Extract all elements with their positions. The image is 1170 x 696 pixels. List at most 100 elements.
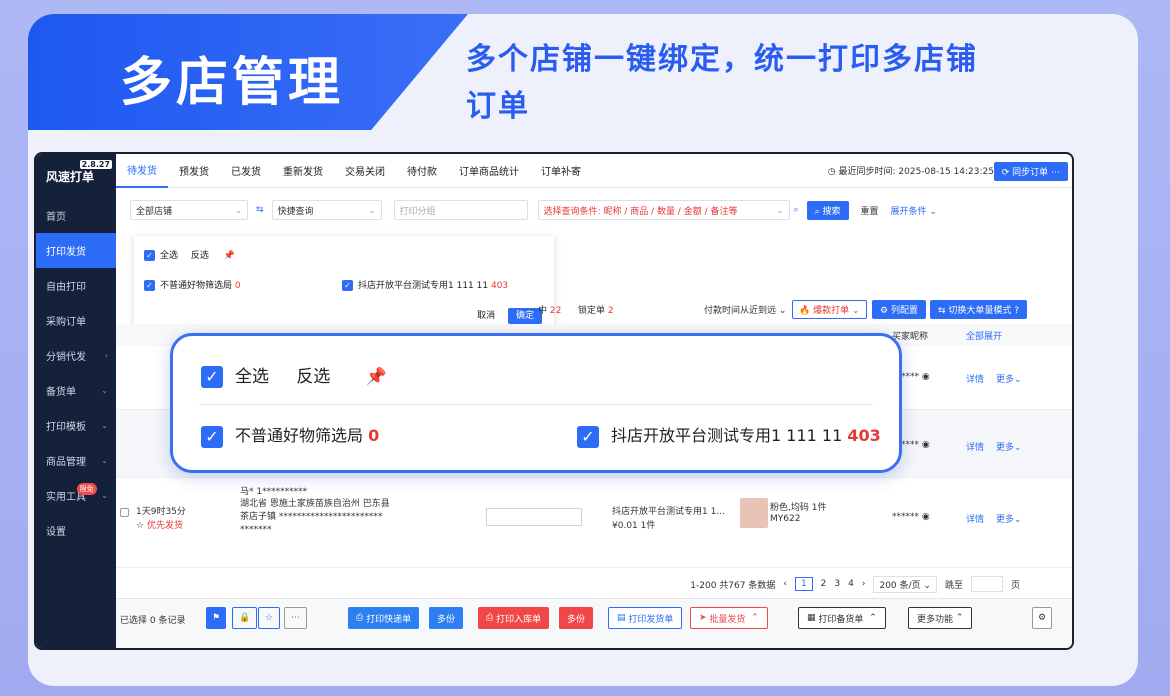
column-config-button[interactable]: ⚙ 列配置: [872, 299, 926, 319]
sidebar-item[interactable]: 备货单 ⌄: [36, 373, 116, 408]
pin-icon[interactable]: 📌: [366, 367, 387, 387]
shop1-checkbox[interactable]: ✓: [144, 280, 155, 291]
mini-shop1[interactable]: ✓ 不普通好物筛选局 0: [144, 278, 241, 291]
express-multi-button[interactable]: 多份: [428, 607, 464, 629]
shop2-checkbox[interactable]: ✓: [342, 280, 353, 291]
shop-select-zoom-popup: ✓ 全选 反选 📌 ✓ 不普通好物筛选局 0 ✓ 抖店开放平台测试专用1 111 11…: [170, 333, 902, 473]
select-all-checkbox-large[interactable]: ✓: [201, 366, 223, 388]
tab[interactable]: 待发货: [116, 154, 168, 188]
more-functions-button[interactable]: 更多功能 ⌃: [908, 607, 973, 629]
page-1[interactable]: 1: [794, 577, 813, 591]
star-icon[interactable]: ☆: [136, 521, 144, 531]
app-name: 风速打单: [46, 169, 95, 184]
table-row: 1天9时35分 ☆ 优先发货 马* 1********** 湖北省 恩施土家族苗…: [116, 478, 1072, 568]
print-inbound-button[interactable]: ⎙ 打印入库单: [478, 607, 550, 629]
mini-select-row: ✓ 全选 反选 📌: [144, 248, 235, 261]
detail-link[interactable]: 详情: [966, 440, 984, 453]
eye-icon[interactable]: ◉: [922, 440, 930, 450]
sidebar-item[interactable]: 商品管理 ⌄: [36, 443, 116, 478]
settings-button[interactable]: ⚙: [1032, 607, 1053, 629]
tab[interactable]: 已发货: [220, 154, 272, 188]
page-4[interactable]: 4: [848, 579, 854, 589]
inbound-multi-button[interactable]: 多份: [558, 607, 594, 629]
price-row: ¥0.01 1件: [612, 518, 655, 531]
more-options-button[interactable]: ⋯: [284, 607, 307, 629]
app-logo: 风速打单 2.8.27: [36, 154, 116, 198]
print-ship-button[interactable]: ▤ 打印发货单: [608, 607, 683, 629]
quick-query-select[interactable]: 快捷查询 ⌄: [271, 200, 382, 220]
more-link[interactable]: 更多⌄: [996, 512, 1022, 525]
product-thumbnail[interactable]: [740, 498, 768, 528]
star-button[interactable]: ☆: [258, 607, 281, 629]
shop1-count-large: 0: [368, 426, 380, 445]
sidebar-item[interactable]: 自由打印: [36, 268, 116, 303]
locked-label: 锁定单: [578, 305, 606, 316]
print-express-button[interactable]: ⎙ 打印快递单: [348, 607, 420, 629]
sidebar-item[interactable]: 设置: [36, 513, 116, 548]
swap-icon[interactable]: ⇆: [256, 205, 264, 215]
sidebar-item[interactable]: 打印模板 ⌄: [36, 408, 116, 443]
select-all-checkbox[interactable]: ✓: [144, 250, 155, 261]
invert-selection-large[interactable]: 反选: [296, 367, 330, 387]
tab[interactable]: 订单商品统计: [448, 154, 530, 188]
shop-select[interactable]: 全部店铺 ⌄: [130, 200, 248, 220]
tab[interactable]: 重新发货: [272, 154, 334, 188]
search-button[interactable]: ⌕ 搜索: [806, 200, 849, 220]
row-checkbox[interactable]: [120, 508, 129, 517]
pin-icon[interactable]: 📌: [224, 251, 235, 261]
search-icon[interactable]: ⌕: [794, 205, 799, 215]
batch-ship-button[interactable]: ➤ 批量发货 ⌃: [690, 607, 768, 629]
shop1-label-large: 不普通好物筛选局: [235, 426, 364, 445]
next-page-icon[interactable]: ›: [862, 579, 866, 589]
big-shop1[interactable]: ✓ 不普通好物筛选局 0: [201, 422, 379, 448]
eye-icon[interactable]: ◉: [922, 512, 930, 522]
query-condition-select[interactable]: 选择查询条件: 昵称 / 商品 / 数量 / 金额 / 备注等 ⌄: [537, 200, 790, 220]
more-link[interactable]: 更多⌄: [996, 372, 1022, 385]
flag-button[interactable]: ⚑: [206, 607, 227, 629]
print-ship-label: 打印发货单: [628, 614, 674, 625]
tab[interactable]: 预发货: [168, 154, 220, 188]
locked-orders-tab[interactable]: 锁定单 2: [578, 303, 614, 316]
chevron-icon: ⌄: [101, 386, 108, 395]
eye-icon[interactable]: ◉: [922, 372, 930, 382]
sidebar-item[interactable]: 打印发货: [36, 233, 116, 268]
detail-link[interactable]: 详情: [966, 372, 984, 385]
shop2-checkbox-large[interactable]: ✓: [577, 425, 599, 448]
sidebar-item[interactable]: 实用工具 限免 ⌄: [36, 478, 116, 513]
sync-orders-button[interactable]: ⟳ 同步订单 ⋯: [993, 162, 1068, 181]
switch-mode-button[interactable]: ⇆ 切换大单量模式 ?: [930, 299, 1028, 319]
tab[interactable]: 交易关闭: [334, 154, 396, 188]
hot-print-button[interactable]: 🔥 爆款打单 ⌄: [792, 299, 867, 319]
invert-selection[interactable]: 反选: [191, 251, 209, 261]
print-group-input[interactable]: 打印分组: [393, 200, 528, 220]
chevron-down-icon: ⌄: [776, 205, 784, 215]
page-size-select[interactable]: 200 条/页 ⌄: [873, 575, 937, 593]
sidebar-item[interactable]: 分销代发 ›: [36, 338, 116, 373]
tab[interactable]: 订单补寄: [530, 154, 592, 188]
remark-input[interactable]: [486, 508, 582, 526]
print-stock-label: 打印备货单: [818, 614, 864, 625]
prev-page-icon[interactable]: ‹: [783, 579, 787, 589]
mini-shop2[interactable]: ✓ 抖店开放平台测试专用1 111 11 403: [342, 278, 508, 291]
expand-all-link[interactable]: 全部展开: [966, 329, 1002, 342]
sort-select[interactable]: 付款时间从近到远 ⌄: [704, 303, 786, 316]
expand-conditions-link[interactable]: 展开条件 ⌄: [891, 204, 937, 217]
jump-input[interactable]: [970, 576, 1003, 592]
flame-icon: 🔥: [799, 305, 811, 316]
big-shop2[interactable]: ✓ 抖店开放平台测试专用1 111 11 403: [577, 422, 881, 448]
print-group-placeholder: 打印分组: [399, 206, 436, 217]
page-3[interactable]: 3: [834, 579, 840, 589]
lock-button[interactable]: 🔒: [232, 607, 258, 629]
shop1-checkbox-large[interactable]: ✓: [201, 425, 223, 448]
print-stock-button[interactable]: ▦ 打印备货单 ⌃: [798, 607, 886, 629]
more-link[interactable]: 更多⌄: [996, 440, 1022, 453]
reset-button[interactable]: 重置: [861, 204, 879, 217]
detail-link[interactable]: 详情: [966, 512, 984, 525]
tab[interactable]: 待付款: [396, 154, 448, 188]
sidebar-item[interactable]: 首页: [36, 198, 116, 233]
grid-icon: ▦: [807, 613, 816, 623]
search-icon: ⌕: [814, 206, 820, 217]
flag-icon: ⚑: [212, 613, 221, 623]
page-2[interactable]: 2: [821, 579, 827, 589]
sidebar-item[interactable]: 采购订单: [36, 303, 116, 338]
